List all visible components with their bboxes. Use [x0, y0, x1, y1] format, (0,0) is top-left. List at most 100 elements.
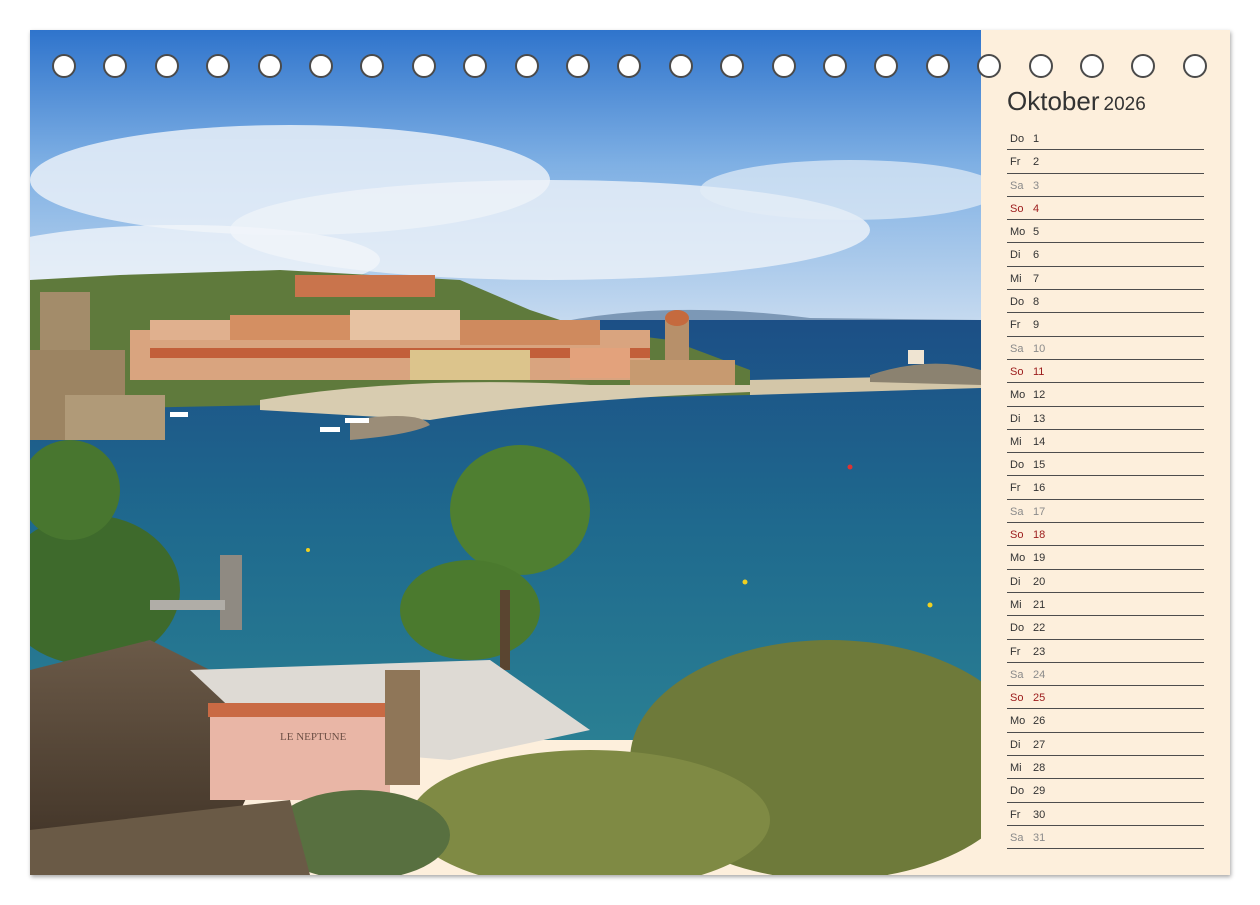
day-number: 26: [1033, 715, 1046, 728]
weekday-label: So: [1010, 692, 1024, 705]
day-number: 9: [1033, 319, 1040, 332]
day-number: 25: [1033, 692, 1046, 705]
neptune-sign: LE NEPTUNE: [280, 731, 347, 743]
weekday-label: Di: [1010, 412, 1021, 425]
binding-ring: [668, 54, 693, 78]
binding-ring: [771, 54, 796, 78]
day-number: 2: [1033, 156, 1040, 169]
day-row: Sa 3: [1007, 174, 1204, 197]
day-row: So 18: [1007, 523, 1204, 547]
weekday-label: Mi: [1010, 435, 1022, 448]
day-number: 1: [1033, 133, 1040, 145]
day-number: 11: [1033, 365, 1045, 378]
day-row: Fr 2: [1007, 150, 1204, 174]
binding-ring: [411, 54, 436, 78]
weekday-label: Do: [1010, 133, 1025, 145]
day-number: 7: [1033, 272, 1040, 285]
calendar-page: LE NEPTUNE Oktober 2026 Do 1 Fr 2 Sa 3 So 4 Mo 5 Di…: [30, 30, 1230, 875]
binding-ring: [566, 54, 590, 78]
weekday-label: Do: [1010, 296, 1025, 309]
day-row: Mi 14: [1007, 430, 1204, 454]
weekday-label: So: [1010, 202, 1024, 215]
binding-ring: [1182, 54, 1207, 78]
weekday-label: So: [1010, 529, 1024, 542]
neptune-building: [210, 710, 390, 800]
month-title: Oktober 2026: [1007, 86, 1146, 117]
day-row: Sa 17: [1007, 500, 1204, 524]
day-row: Di 13: [1007, 407, 1204, 430]
weekday-label: So: [1010, 365, 1024, 378]
day-number: 5: [1033, 226, 1040, 239]
day-row: Mi 28: [1007, 756, 1204, 780]
weekday-label: Do: [1010, 622, 1025, 635]
weekday-label: Mi: [1010, 272, 1022, 285]
day-row: Do 8: [1007, 290, 1204, 314]
day-row: Do 15: [1007, 453, 1204, 477]
day-number: 19: [1033, 552, 1046, 565]
binding-ring: [1028, 54, 1053, 78]
calendar-panel: Oktober 2026 Do 1 Fr 2 Sa 3 So 4 Mo 5 Di 6 Mi 7 Do 8 Fr 9 S…: [981, 30, 1230, 875]
binding-ring: [463, 54, 488, 78]
binding-ring: [720, 54, 745, 78]
day-row: Mi 21: [1007, 593, 1204, 617]
day-number: 12: [1033, 389, 1046, 402]
weekday-label: Mi: [1010, 598, 1022, 611]
binding-ring: [514, 54, 539, 78]
binding-ring: [925, 54, 950, 78]
day-row: Fr 16: [1007, 476, 1204, 500]
month-name: Oktober: [1007, 86, 1100, 116]
harbor-photo: LE NEPTUNE: [30, 30, 981, 875]
day-row: Sa 24: [1007, 663, 1204, 687]
day-number: 31: [1033, 831, 1046, 844]
weekday-label: Fr: [1010, 645, 1021, 658]
day-row: Mi 7: [1007, 267, 1204, 291]
day-number: 23: [1033, 645, 1046, 658]
day-row: Di 27: [1007, 733, 1204, 757]
day-number: 18: [1033, 529, 1046, 542]
weekday-label: Sa: [1010, 668, 1024, 681]
day-number: 17: [1033, 505, 1046, 518]
binding-ring: [617, 54, 642, 78]
day-row: Fr 9: [1007, 313, 1204, 337]
weekday-label: Mo: [1010, 552, 1026, 565]
day-number: 28: [1033, 762, 1046, 775]
day-row: Mo 12: [1007, 383, 1204, 407]
day-row: Mo 5: [1007, 220, 1204, 244]
day-row: Mo 26: [1007, 709, 1204, 733]
day-number: 21: [1033, 598, 1046, 611]
binding-ring: [977, 54, 1002, 78]
weekday-label: Sa: [1010, 831, 1024, 844]
day-number: 16: [1033, 482, 1046, 495]
day-number: 22: [1033, 622, 1046, 635]
day-number: 30: [1033, 808, 1046, 821]
day-row: Di 6: [1007, 243, 1204, 267]
day-number: 14: [1033, 435, 1046, 448]
day-number: 15: [1033, 459, 1046, 472]
weekday-label: Fr: [1010, 482, 1021, 495]
day-number: 8: [1033, 296, 1040, 309]
day-row: Do 29: [1007, 779, 1204, 803]
day-row: So 4: [1007, 197, 1204, 221]
binding-ring: [1080, 54, 1104, 78]
binding-ring: [309, 54, 333, 78]
weekday-label: Mo: [1010, 715, 1026, 728]
weekday-label: Fr: [1010, 808, 1021, 821]
year: 2026: [1103, 94, 1146, 115]
binding-ring: [52, 54, 76, 78]
day-row: Do 1: [1007, 127, 1204, 151]
day-number: 6: [1033, 249, 1040, 262]
day-number: 4: [1033, 202, 1040, 215]
day-row: Sa 31: [1007, 826, 1204, 850]
weekday-label: Do: [1010, 785, 1025, 798]
weekday-label: Mo: [1010, 389, 1026, 402]
weekday-label: Di: [1010, 575, 1021, 588]
day-row: Fr 30: [1007, 803, 1204, 826]
day-row: So 25: [1007, 686, 1204, 710]
pine-tree: [450, 445, 590, 575]
weekday-label: Fr: [1010, 319, 1021, 332]
day-row: Mo 19: [1007, 546, 1204, 570]
weekday-label: Sa: [1010, 179, 1024, 192]
binding-ring: [103, 54, 128, 78]
day-list: Do 1 Fr 2 Sa 3 So 4 Mo 5 Di 6 Mi 7 Do 8 Fr 9 Sa 10 So 11 Mo 12 D…: [1007, 127, 1204, 850]
day-row: Fr 23: [1007, 640, 1204, 663]
